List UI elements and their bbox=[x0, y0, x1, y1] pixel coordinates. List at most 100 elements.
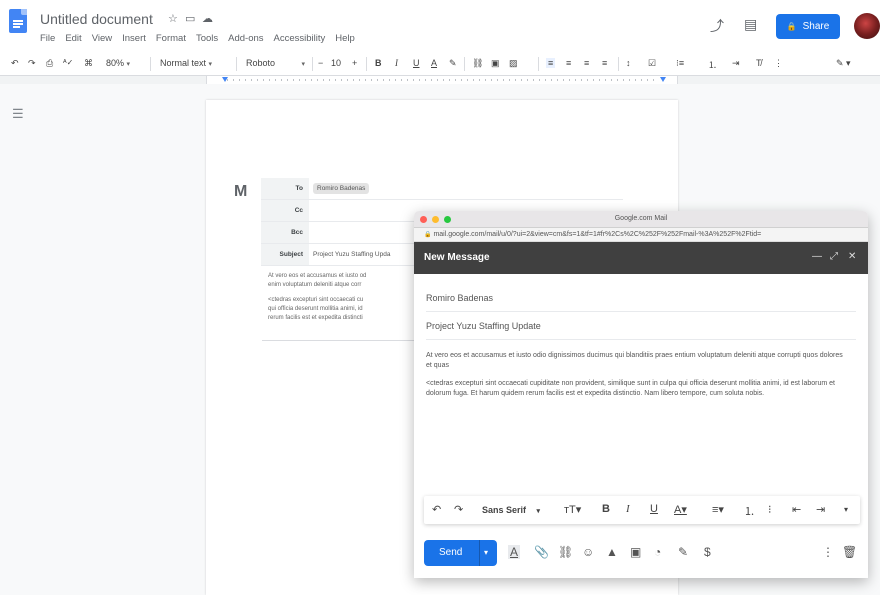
to-label: To bbox=[261, 178, 309, 199]
line-spacing-icon[interactable]: ↕ bbox=[626, 58, 631, 68]
insert-link-icon[interactable]: ⛓ bbox=[558, 545, 573, 559]
insert-image-icon[interactable]: ▨ bbox=[509, 58, 518, 69]
document-outline-icon[interactable]: ☰ bbox=[12, 106, 24, 122]
formatting-options-icon[interactable]: A bbox=[508, 545, 521, 559]
bold-icon[interactable]: B bbox=[375, 58, 382, 68]
text-color-icon[interactable]: A bbox=[431, 58, 437, 68]
expand-icon[interactable]: ⤢ bbox=[830, 251, 838, 262]
justify-icon[interactable]: ≡ bbox=[602, 58, 607, 68]
doc-line: enim voluptatum deleniti atque corr bbox=[268, 282, 362, 288]
insert-signature-icon[interactable]: ✎ bbox=[678, 545, 688, 559]
italic-icon[interactable]: I bbox=[626, 503, 630, 515]
insert-emoji-icon[interactable]: ☺ bbox=[582, 545, 594, 559]
comment-history-icon[interactable]: ▤ bbox=[744, 16, 757, 33]
menu-help[interactable]: Help bbox=[335, 33, 355, 44]
cloud-status-icon[interactable]: ☁ bbox=[202, 12, 213, 25]
menu-view[interactable]: View bbox=[92, 33, 112, 44]
text-color-icon[interactable]: A▾ bbox=[674, 503, 687, 516]
send-money-icon[interactable]: $ bbox=[704, 545, 711, 559]
bcc-label: Bcc bbox=[261, 222, 309, 243]
doc-line: At vero eos et accusamus et iusto od bbox=[268, 273, 367, 279]
underline-icon[interactable]: U bbox=[413, 58, 420, 68]
undo-icon[interactable]: ↶ bbox=[432, 503, 441, 516]
indent-less-icon[interactable]: ⇤ bbox=[792, 503, 801, 516]
share-button[interactable]: 🔒 Share bbox=[776, 14, 840, 39]
numbered-list-icon[interactable]: ⒈ bbox=[708, 58, 717, 71]
document-title[interactable]: Untitled document bbox=[40, 11, 153, 27]
document-body-text[interactable]: At vero eos et accusamus et iusto od eni… bbox=[268, 272, 428, 329]
docs-logo-icon[interactable] bbox=[9, 9, 27, 33]
formatting-toolbar: ↶ ↷ ⎙ ᴬ✓ ⌘ 80% ▾ Normal text ▾ Roboto ▾ … bbox=[0, 52, 880, 76]
discard-draft-icon[interactable]: 🗑 bbox=[842, 545, 857, 559]
align-icon[interactable]: ≡▾ bbox=[712, 503, 724, 516]
font-select[interactable]: Roboto ▾ bbox=[246, 58, 305, 68]
bullet-list-icon[interactable]: ⁝ bbox=[768, 503, 772, 516]
menu-accessibility[interactable]: Accessibility bbox=[274, 33, 326, 44]
font-size-decrease-icon[interactable]: − bbox=[318, 58, 323, 68]
star-icon[interactable]: ☆ bbox=[168, 12, 178, 25]
font-size-value[interactable]: 10 bbox=[331, 58, 341, 68]
compose-formatting-bar: ↶ ↷ Sans Serif ▾ ᴛT▾ B I U A▾ ≡▾ ⒈ ⁝ ⇤ ⇥… bbox=[424, 496, 860, 524]
close-icon[interactable]: ✕ bbox=[848, 251, 856, 262]
table-bottom-divider bbox=[262, 340, 432, 341]
activity-trend-icon[interactable]: ⤴ bbox=[710, 16, 724, 36]
numbered-list-icon[interactable]: ⒈ bbox=[744, 503, 755, 519]
checklist-icon[interactable]: ☑ bbox=[648, 58, 656, 69]
italic-icon[interactable]: I bbox=[395, 58, 398, 68]
font-size-increase-icon[interactable]: + bbox=[352, 58, 357, 68]
add-comment-icon[interactable]: ▣ bbox=[491, 58, 500, 69]
indent-more-icon[interactable]: ⇥ bbox=[816, 503, 825, 516]
clear-format-icon[interactable]: T̸ bbox=[756, 58, 762, 68]
underline-icon[interactable]: U bbox=[650, 503, 658, 515]
menu-format[interactable]: Format bbox=[156, 33, 186, 44]
schedule-send-chevron-icon[interactable]: ▾ bbox=[484, 548, 488, 557]
align-center-icon[interactable]: ≡ bbox=[566, 58, 571, 68]
address-bar[interactable]: 🔒 mail.google.com/mail/u/0/?ui=2&view=cm… bbox=[414, 228, 868, 242]
share-label: Share bbox=[802, 21, 830, 32]
doc-line: qui officia deserunt mollitia animi, id bbox=[268, 306, 363, 312]
align-left-icon[interactable]: ≡ bbox=[546, 58, 556, 68]
font-family-select[interactable]: Sans Serif ▾ bbox=[482, 505, 540, 515]
font-value: Roboto bbox=[246, 58, 276, 68]
link-icon[interactable]: ⛓ bbox=[472, 58, 483, 69]
paint-format-icon[interactable]: ⌘ bbox=[84, 58, 93, 69]
spellcheck-icon[interactable]: ᴬ✓ bbox=[63, 58, 73, 67]
menu-insert[interactable]: Insert bbox=[122, 33, 146, 44]
more-options-icon[interactable]: ⋮ bbox=[822, 545, 834, 559]
compose-header: New Message — ⤢ ✕ bbox=[414, 242, 868, 274]
account-avatar[interactable] bbox=[854, 13, 880, 39]
menu-file[interactable]: File bbox=[40, 33, 55, 44]
text-size-icon[interactable]: ᴛT▾ bbox=[564, 503, 581, 516]
confidential-mode-icon[interactable]: ◔ bbox=[654, 545, 661, 559]
compose-body[interactable]: At vero eos et accusamus et iusto odio d… bbox=[426, 351, 846, 407]
style-select[interactable]: Normal text ▾ bbox=[160, 58, 212, 68]
attach-file-icon[interactable]: 📎 bbox=[534, 545, 549, 559]
bold-icon[interactable]: B bbox=[602, 503, 610, 515]
redo-icon[interactable]: ↷ bbox=[454, 503, 463, 516]
gmail-logo-icon[interactable]: M bbox=[234, 183, 247, 201]
insert-photo-icon[interactable]: ▣ bbox=[630, 545, 641, 559]
insert-drive-icon[interactable]: ▲ bbox=[606, 545, 618, 559]
undo-icon[interactable]: ↶ bbox=[11, 58, 19, 69]
style-value: Normal text bbox=[160, 58, 207, 68]
highlight-icon[interactable]: ✎ bbox=[449, 58, 457, 69]
bullet-list-icon[interactable]: ⁝≡ bbox=[676, 58, 684, 69]
minimize-icon[interactable]: — bbox=[812, 251, 822, 262]
redo-icon[interactable]: ↷ bbox=[28, 58, 36, 69]
subject-field[interactable]: Project Yuzu Staffing Upda bbox=[309, 251, 390, 258]
send-button[interactable]: Send ▾ bbox=[424, 540, 497, 566]
indent-icon[interactable]: ⇥ bbox=[732, 58, 740, 69]
zoom-select[interactable]: 80% ▾ bbox=[106, 58, 130, 68]
menu-addons[interactable]: Add-ons bbox=[228, 33, 263, 44]
more-formatting-icon[interactable]: ▾ bbox=[844, 505, 848, 514]
to-field[interactable]: Romiro Badenas bbox=[426, 284, 856, 312]
move-folder-icon[interactable]: ▭ bbox=[185, 12, 195, 25]
recipient-chip[interactable]: Romiro Badenas bbox=[313, 183, 370, 194]
subject-field[interactable]: Project Yuzu Staffing Update bbox=[426, 312, 856, 340]
print-icon[interactable]: ⎙ bbox=[46, 58, 53, 69]
more-icon[interactable]: ⋮ bbox=[774, 58, 783, 69]
menu-tools[interactable]: Tools bbox=[196, 33, 218, 44]
menu-edit[interactable]: Edit bbox=[65, 33, 81, 44]
align-right-icon[interactable]: ≡ bbox=[584, 58, 589, 68]
editing-mode-icon[interactable]: ✎ ▾ bbox=[836, 58, 851, 69]
